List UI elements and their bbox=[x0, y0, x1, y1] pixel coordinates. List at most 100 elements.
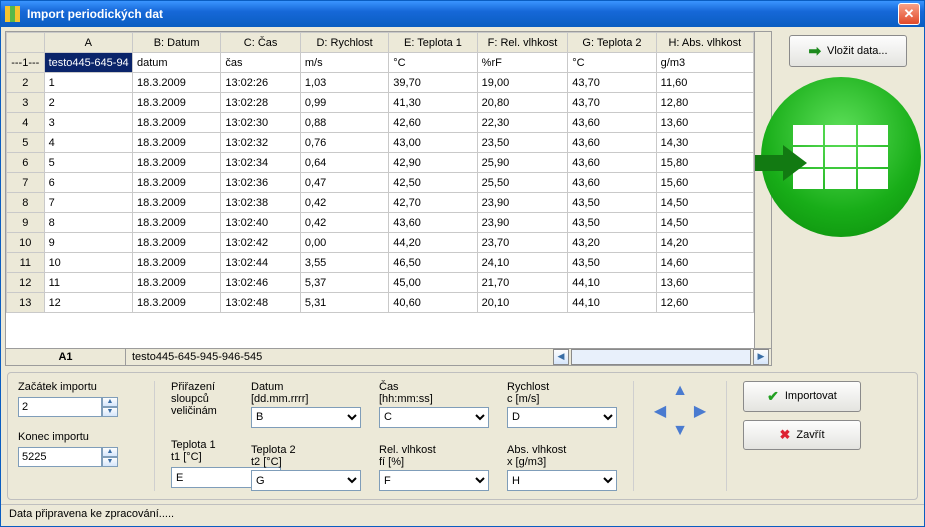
cell[interactable]: 43,50 bbox=[568, 253, 656, 273]
cell[interactable]: 1,03 bbox=[300, 73, 388, 93]
cell[interactable]: 23,90 bbox=[477, 193, 568, 213]
row-header[interactable]: 2 bbox=[7, 73, 45, 93]
cell[interactable]: 6 bbox=[44, 173, 132, 193]
cell[interactable]: °C bbox=[389, 53, 477, 73]
row-header[interactable]: ---1--- bbox=[7, 53, 45, 73]
cell[interactable]: 5 bbox=[44, 153, 132, 173]
row-header[interactable]: 8 bbox=[7, 193, 45, 213]
cell[interactable]: 13:02:34 bbox=[221, 153, 301, 173]
horizontal-scrollbar[interactable]: ◀ ▶ bbox=[551, 349, 771, 365]
cell[interactable]: 0,88 bbox=[300, 113, 388, 133]
cell[interactable]: 18.3.2009 bbox=[132, 153, 220, 173]
cell[interactable]: 11 bbox=[44, 273, 132, 293]
rychlost-combo[interactable]: D bbox=[507, 407, 617, 428]
col-header[interactable]: B: Datum bbox=[132, 33, 220, 53]
cell[interactable]: 18.3.2009 bbox=[132, 273, 220, 293]
cell[interactable]: 0,99 bbox=[300, 93, 388, 113]
cell[interactable]: 25,50 bbox=[477, 173, 568, 193]
cell[interactable]: g/m3 bbox=[656, 53, 753, 73]
cell[interactable]: 42,70 bbox=[389, 193, 477, 213]
cell[interactable]: 15,60 bbox=[656, 173, 753, 193]
cell[interactable]: 14,30 bbox=[656, 133, 753, 153]
row-header[interactable]: 13 bbox=[7, 293, 45, 313]
close-dialog-button[interactable]: ✖ Zavřít bbox=[743, 420, 861, 450]
col-header[interactable]: E: Teplota 1 bbox=[389, 33, 477, 53]
cell[interactable]: 44,20 bbox=[389, 233, 477, 253]
cell[interactable]: 13:02:30 bbox=[221, 113, 301, 133]
datum-combo[interactable]: B bbox=[251, 407, 361, 428]
nav-down-icon[interactable]: ▼ bbox=[670, 421, 690, 441]
cell[interactable]: 24,10 bbox=[477, 253, 568, 273]
cell[interactable]: 1 bbox=[44, 73, 132, 93]
cell[interactable]: 18.3.2009 bbox=[132, 173, 220, 193]
scroll-left-icon[interactable]: ◀ bbox=[553, 349, 569, 365]
cell[interactable]: 0,42 bbox=[300, 213, 388, 233]
col-header[interactable]: G: Teplota 2 bbox=[568, 33, 656, 53]
cell[interactable]: 13:02:32 bbox=[221, 133, 301, 153]
cell[interactable]: 23,70 bbox=[477, 233, 568, 253]
cell[interactable]: 14,20 bbox=[656, 233, 753, 253]
cell[interactable]: 43,70 bbox=[568, 93, 656, 113]
cell[interactable]: 14,50 bbox=[656, 193, 753, 213]
cell[interactable]: 2 bbox=[44, 93, 132, 113]
cell[interactable]: 43,60 bbox=[568, 153, 656, 173]
cell[interactable]: 23,50 bbox=[477, 133, 568, 153]
cell[interactable]: 18.3.2009 bbox=[132, 93, 220, 113]
cell[interactable]: 43,50 bbox=[568, 213, 656, 233]
cell[interactable]: 18.3.2009 bbox=[132, 113, 220, 133]
row-header[interactable]: 5 bbox=[7, 133, 45, 153]
row-header[interactable]: 10 bbox=[7, 233, 45, 253]
row-header[interactable]: 7 bbox=[7, 173, 45, 193]
cell[interactable]: 14,50 bbox=[656, 213, 753, 233]
cell[interactable]: 13:02:28 bbox=[221, 93, 301, 113]
col-header[interactable]: H: Abs. vlhkost bbox=[656, 33, 753, 53]
cell[interactable]: 18.3.2009 bbox=[132, 253, 220, 273]
cell[interactable]: 43,00 bbox=[389, 133, 477, 153]
cell[interactable]: 0,64 bbox=[300, 153, 388, 173]
cell[interactable]: 18.3.2009 bbox=[132, 213, 220, 233]
cell[interactable]: 18.3.2009 bbox=[132, 193, 220, 213]
relvlh-combo[interactable]: F bbox=[379, 470, 489, 491]
spin-up-icon[interactable]: ▲ bbox=[102, 447, 118, 457]
row-header[interactable]: 6 bbox=[7, 153, 45, 173]
start-import-input[interactable] bbox=[18, 397, 102, 417]
cell[interactable]: 15,80 bbox=[656, 153, 753, 173]
cell[interactable]: 13:02:38 bbox=[221, 193, 301, 213]
cell[interactable]: 0,42 bbox=[300, 193, 388, 213]
spin-down-icon[interactable]: ▼ bbox=[102, 407, 118, 417]
cell[interactable]: 13:02:44 bbox=[221, 253, 301, 273]
end-import-input[interactable] bbox=[18, 447, 102, 467]
cell[interactable]: 11,60 bbox=[656, 73, 753, 93]
cell[interactable]: 13,60 bbox=[656, 273, 753, 293]
teplota2-combo[interactable]: G bbox=[251, 470, 361, 491]
cell[interactable]: 3,55 bbox=[300, 253, 388, 273]
cell[interactable]: 14,60 bbox=[656, 253, 753, 273]
row-header[interactable]: 3 bbox=[7, 93, 45, 113]
cell[interactable]: 43,50 bbox=[568, 193, 656, 213]
nav-up-icon[interactable]: ▲ bbox=[670, 381, 690, 401]
cell[interactable]: 4 bbox=[44, 133, 132, 153]
cell[interactable]: m/s bbox=[300, 53, 388, 73]
cell[interactable]: 21,70 bbox=[477, 273, 568, 293]
cell[interactable]: 12,60 bbox=[656, 293, 753, 313]
col-header[interactable]: F: Rel. vlhkost bbox=[477, 33, 568, 53]
cell[interactable]: 43,60 bbox=[568, 133, 656, 153]
cell[interactable]: 43,60 bbox=[568, 173, 656, 193]
cell[interactable]: 44,10 bbox=[568, 293, 656, 313]
row-header[interactable]: 9 bbox=[7, 213, 45, 233]
cell[interactable]: 25,90 bbox=[477, 153, 568, 173]
cell[interactable]: testo445-645-94 bbox=[44, 53, 132, 73]
cell[interactable]: 43,20 bbox=[568, 233, 656, 253]
nav-left-icon[interactable]: ◀ bbox=[650, 401, 670, 421]
import-button[interactable]: ✔ Importovat bbox=[743, 381, 861, 412]
cell[interactable]: 9 bbox=[44, 233, 132, 253]
cell[interactable]: 18.3.2009 bbox=[132, 73, 220, 93]
scroll-right-icon[interactable]: ▶ bbox=[753, 349, 769, 365]
cell[interactable]: 45,00 bbox=[389, 273, 477, 293]
col-header[interactable]: C: Čas bbox=[221, 33, 301, 53]
data-grid[interactable]: A B: Datum C: Čas D: Rychlost E: Teplota… bbox=[5, 31, 755, 349]
row-header[interactable]: 11 bbox=[7, 253, 45, 273]
cell[interactable]: 43,60 bbox=[568, 113, 656, 133]
cell[interactable]: 22,30 bbox=[477, 113, 568, 133]
spin-down-icon[interactable]: ▼ bbox=[102, 457, 118, 467]
